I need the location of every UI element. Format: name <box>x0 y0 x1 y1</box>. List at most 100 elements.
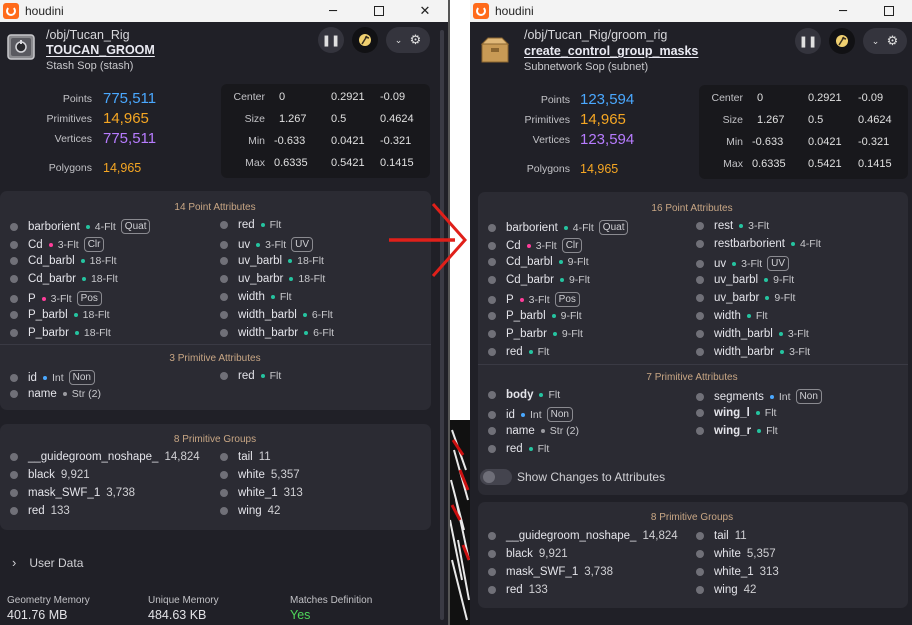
attribute-row[interactable]: Cd_barbr 18-Flt <box>10 273 118 285</box>
group-row[interactable]: mask_SWF_1 3,738 <box>10 487 135 499</box>
attribute-row[interactable]: red Flt <box>220 219 281 231</box>
attribute-row[interactable]: barborient 4-Flt Quat <box>10 219 151 234</box>
radio-dot-icon[interactable] <box>696 586 704 594</box>
radio-dot-icon[interactable] <box>488 550 496 558</box>
radio-dot-icon[interactable] <box>10 311 18 319</box>
attribute-row[interactable]: red Flt <box>488 346 549 358</box>
attribute-row[interactable]: rest 3-Flt <box>696 220 769 232</box>
show-changes-toggle[interactable] <box>480 469 512 485</box>
pause-button[interactable]: ❚❚ <box>318 27 344 53</box>
attribute-row[interactable]: id Int Non <box>10 370 95 385</box>
radio-dot-icon[interactable] <box>696 348 704 356</box>
radio-dot-icon[interactable] <box>220 507 228 515</box>
radio-dot-icon[interactable] <box>488 276 496 284</box>
radio-dot-icon[interactable] <box>220 221 228 229</box>
radio-dot-icon[interactable] <box>10 373 18 382</box>
attribute-row[interactable]: barborient 4-Flt Quat <box>488 220 629 235</box>
attribute-row[interactable]: width_barbr 6-Flt <box>220 327 334 339</box>
attribute-row[interactable]: Cd 3-Flt Clr <box>10 237 105 252</box>
radio-dot-icon[interactable] <box>488 532 496 540</box>
attribute-row[interactable]: Cd_barbl 9-Flt <box>488 256 589 268</box>
radio-dot-icon[interactable] <box>10 222 18 231</box>
group-row[interactable]: tail 11 <box>220 451 271 463</box>
attribute-row[interactable]: width_barbl 6-Flt <box>220 309 333 321</box>
radio-dot-icon[interactable] <box>10 390 18 398</box>
attribute-row[interactable]: uv 3-Flt UV <box>220 237 314 252</box>
left-title-bar[interactable]: houdini ─ ✕ <box>0 0 448 22</box>
attribute-row[interactable]: uv_barbr 9-Flt <box>696 292 795 304</box>
radio-dot-icon[interactable] <box>488 312 496 320</box>
flag-button[interactable] <box>829 28 855 54</box>
attribute-row[interactable]: Cd 3-Flt Clr <box>488 238 583 253</box>
radio-dot-icon[interactable] <box>488 295 496 304</box>
attribute-row[interactable]: P 3-Flt Pos <box>488 292 580 307</box>
user-data-expander[interactable]: › User Data <box>12 555 83 570</box>
radio-dot-icon[interactable] <box>10 489 18 497</box>
minimize-icon[interactable]: ─ <box>310 0 356 22</box>
radio-dot-icon[interactable] <box>696 550 704 558</box>
group-row[interactable]: white 5,357 <box>220 469 300 481</box>
group-row[interactable]: wing 42 <box>696 584 756 596</box>
attribute-row[interactable]: uv_barbr 18-Flt <box>220 273 325 285</box>
group-row[interactable]: wing 42 <box>220 505 280 517</box>
radio-dot-icon[interactable] <box>220 329 228 337</box>
radio-dot-icon[interactable] <box>10 240 18 249</box>
scrollbar[interactable] <box>440 30 444 620</box>
radio-dot-icon[interactable] <box>10 507 18 515</box>
pause-button[interactable]: ❚❚ <box>795 28 821 54</box>
radio-dot-icon[interactable] <box>220 240 228 249</box>
group-row[interactable]: black 9,921 <box>488 548 568 560</box>
attribute-row[interactable]: P_barbr 18-Flt <box>10 327 111 339</box>
attribute-row[interactable]: restbarborient 4-Flt <box>696 238 821 250</box>
attribute-row[interactable]: Cd_barbl 18-Flt <box>10 255 117 267</box>
attribute-row[interactable]: width Flt <box>220 291 292 303</box>
attribute-row[interactable]: name Str (2) <box>10 388 101 400</box>
radio-dot-icon[interactable] <box>696 259 704 268</box>
attribute-row[interactable]: body Flt <box>488 389 560 401</box>
attribute-row[interactable]: red Flt <box>488 443 549 455</box>
radio-dot-icon[interactable] <box>488 586 496 594</box>
close-icon[interactable]: ✕ <box>402 0 448 22</box>
group-row[interactable]: white 5,357 <box>696 548 776 560</box>
radio-dot-icon[interactable] <box>220 311 228 319</box>
attribute-row[interactable]: P_barbl 9-Flt <box>488 310 582 322</box>
group-row[interactable]: white_1 313 <box>696 566 779 578</box>
attribute-row[interactable]: name Str (2) <box>488 425 579 437</box>
group-row[interactable]: __guidegroom_noshape_ 14,824 <box>488 530 678 542</box>
minimize-icon[interactable]: ─ <box>820 0 866 22</box>
group-row[interactable]: mask_SWF_1 3,738 <box>488 566 613 578</box>
attribute-row[interactable]: wing_l Flt <box>696 407 776 419</box>
attribute-row[interactable]: P_barbr 9-Flt <box>488 328 583 340</box>
radio-dot-icon[interactable] <box>696 330 704 338</box>
group-row[interactable]: red 133 <box>10 505 70 517</box>
attribute-row[interactable]: red Flt <box>220 370 281 382</box>
radio-dot-icon[interactable] <box>488 348 496 356</box>
group-row[interactable]: black 9,921 <box>10 469 90 481</box>
radio-dot-icon[interactable] <box>220 257 228 265</box>
attribute-row[interactable]: uv_barbl 18-Flt <box>220 255 324 267</box>
radio-dot-icon[interactable] <box>488 568 496 576</box>
radio-dot-icon[interactable] <box>10 257 18 265</box>
flag-button[interactable] <box>352 27 378 53</box>
radio-dot-icon[interactable] <box>696 312 704 320</box>
radio-dot-icon[interactable] <box>696 568 704 576</box>
right-title-bar[interactable]: houdini ─ <box>470 0 912 22</box>
radio-dot-icon[interactable] <box>10 471 18 479</box>
attribute-row[interactable]: segments Int Non <box>696 389 822 404</box>
attribute-row[interactable]: width_barbl 3-Flt <box>696 328 809 340</box>
group-row[interactable]: tail 11 <box>696 530 747 542</box>
attribute-row[interactable]: id Int Non <box>488 407 573 422</box>
maximize-icon[interactable] <box>866 0 912 22</box>
radio-dot-icon[interactable] <box>488 445 496 453</box>
radio-dot-icon[interactable] <box>220 293 228 301</box>
radio-dot-icon[interactable] <box>10 453 18 461</box>
options-menu-button[interactable]: ⌄ ⚙ <box>386 27 430 53</box>
attribute-row[interactable]: P_barbl 18-Flt <box>10 309 109 321</box>
radio-dot-icon[interactable] <box>696 276 704 284</box>
radio-dot-icon[interactable] <box>488 410 496 419</box>
radio-dot-icon[interactable] <box>220 489 228 497</box>
radio-dot-icon[interactable] <box>10 294 18 303</box>
node-name[interactable]: create_control_group_masks <box>524 44 698 58</box>
attribute-row[interactable]: uv_barbl 9-Flt <box>696 274 794 286</box>
radio-dot-icon[interactable] <box>696 222 704 230</box>
